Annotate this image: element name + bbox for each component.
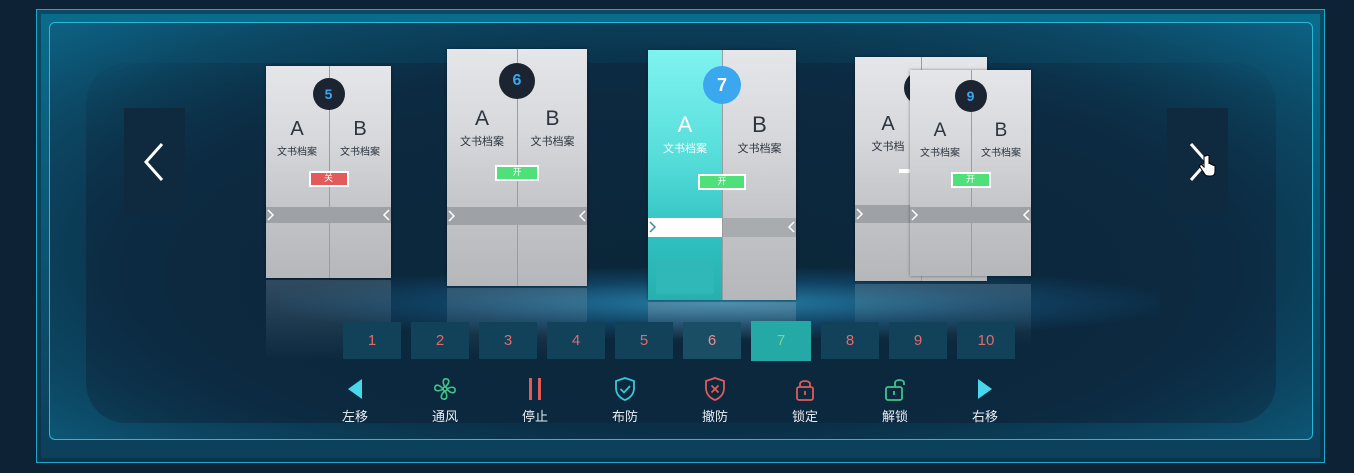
- handle-bar: [447, 207, 587, 225]
- door-b: B 文书档案: [971, 120, 1031, 159]
- door-a-label: 文书档案: [920, 148, 960, 159]
- chevron-left-icon: [382, 209, 390, 221]
- door-a-label: 文书档案: [663, 142, 707, 155]
- page-button-2[interactable]: 2: [411, 322, 469, 359]
- cabinet-6[interactable]: 6 A 文书档案 B 文书档案 开: [447, 49, 587, 286]
- move-left-button[interactable]: 左移: [310, 373, 400, 425]
- handle-bar-open: [648, 218, 722, 237]
- door-a-label: 文书档案: [460, 135, 504, 148]
- triangle-right-icon: [978, 379, 992, 399]
- lock-icon: [796, 380, 814, 401]
- chevron-right-icon: [911, 209, 919, 221]
- unlock-label: 解锁: [881, 410, 908, 425]
- handle-bar: [266, 207, 391, 223]
- door-a: A 文书档案: [266, 118, 328, 158]
- chevron-left-icon: [787, 221, 795, 233]
- lock-label: 锁定: [791, 410, 818, 425]
- cabinet-7[interactable]: 7 A 文书档案 B 文书档案 开: [648, 50, 796, 300]
- door-a: A 文书档案: [910, 120, 970, 159]
- handle-bar: [910, 207, 1031, 223]
- chevron-left-icon: [578, 210, 586, 222]
- chevron-right-icon: [267, 209, 275, 221]
- disarm-button[interactable]: 撤防: [670, 373, 760, 425]
- page-button-4[interactable]: 4: [547, 322, 605, 359]
- shield-x-icon: [705, 377, 725, 401]
- status-badge: 开: [495, 165, 539, 181]
- door-a-label: 文书档案: [277, 147, 317, 158]
- door-a: A 文书档案: [447, 107, 517, 149]
- door-b: B 文书档案: [329, 118, 391, 158]
- door-b-letter: B: [752, 112, 767, 137]
- door-a: A 文书档案: [648, 112, 722, 156]
- page-button-3[interactable]: 3: [479, 322, 537, 359]
- hand-cursor-icon: [1199, 154, 1216, 177]
- page-button-8[interactable]: 8: [821, 322, 879, 359]
- door-a-letter: A: [474, 107, 489, 130]
- door-a-letter: A: [677, 112, 693, 137]
- page-button-5[interactable]: 5: [615, 322, 673, 359]
- door-b-label: 文书档案: [530, 135, 575, 148]
- ventilate-button[interactable]: 通风: [400, 373, 490, 425]
- stop-button[interactable]: 停止: [490, 373, 580, 425]
- chevron-left-icon: [1022, 209, 1030, 221]
- cabinet-number-badge: 9: [954, 80, 987, 112]
- unlock-button[interactable]: 解锁: [850, 373, 940, 425]
- page-button-7-active[interactable]: 7: [751, 321, 811, 361]
- pagination: 1 2 3 4 5 6 7 8 9 10: [343, 321, 1015, 361]
- lock-button[interactable]: 锁定: [760, 373, 850, 425]
- page-button-10[interactable]: 10: [957, 322, 1015, 359]
- chevron-left-icon: [143, 142, 163, 181]
- shield-check-icon: [615, 377, 635, 401]
- unlock-icon: [885, 379, 905, 401]
- arm-button[interactable]: 布防: [580, 373, 670, 425]
- door-b-letter: B: [353, 118, 367, 140]
- stop-label: 停止: [521, 410, 548, 425]
- cabinet-number-badge: 5: [312, 78, 345, 110]
- door-b-letter: B: [545, 107, 560, 130]
- door-a-letter: A: [290, 118, 304, 140]
- move-right-button[interactable]: 右移: [940, 373, 1030, 425]
- door-a-inner-shelf: [656, 260, 714, 294]
- chevron-right-icon: [856, 208, 864, 220]
- door-b-label: 文书档案: [737, 142, 782, 155]
- prev-button[interactable]: [124, 108, 185, 215]
- page-button-9[interactable]: 9: [889, 322, 947, 359]
- disarm-label: 撤防: [701, 410, 728, 425]
- action-toolbar: 左移 通风 停止 布防 撤防 锁定 解锁 右移: [310, 373, 1030, 425]
- chevron-right-icon: [448, 210, 456, 222]
- door-b-label: 文书档案: [340, 147, 380, 158]
- door-b: B 文书档案: [518, 107, 587, 149]
- status-badge: 开: [950, 172, 991, 188]
- pause-icon: [529, 378, 541, 400]
- door-a-letter: A: [933, 120, 947, 141]
- door-b: B 文书档案: [723, 112, 796, 156]
- triangle-left-icon: [348, 379, 362, 399]
- move-right-label: 右移: [971, 410, 998, 425]
- status-badge: 关: [308, 171, 349, 187]
- cabinet-9[interactable]: 9 A 文书档案 B 文书档案 开: [910, 70, 1031, 276]
- arm-label: 布防: [611, 410, 638, 425]
- door-b-letter: B: [994, 120, 1008, 141]
- cabinet-number-badge: 6: [499, 63, 535, 99]
- page-button-1[interactable]: 1: [343, 322, 401, 359]
- ventilate-label: 通风: [431, 410, 458, 425]
- status-badge: 开: [698, 174, 746, 190]
- door-b-label: 文书档案: [981, 148, 1021, 159]
- cabinet-number-badge: 7: [703, 66, 741, 104]
- chevron-right-icon: [649, 221, 657, 233]
- page-button-6[interactable]: 6: [683, 322, 741, 359]
- cabinet-5[interactable]: 5 A 文书档案 B 文书档案 关: [266, 66, 391, 278]
- fan-icon: [434, 378, 456, 400]
- move-left-label: 左移: [341, 410, 368, 425]
